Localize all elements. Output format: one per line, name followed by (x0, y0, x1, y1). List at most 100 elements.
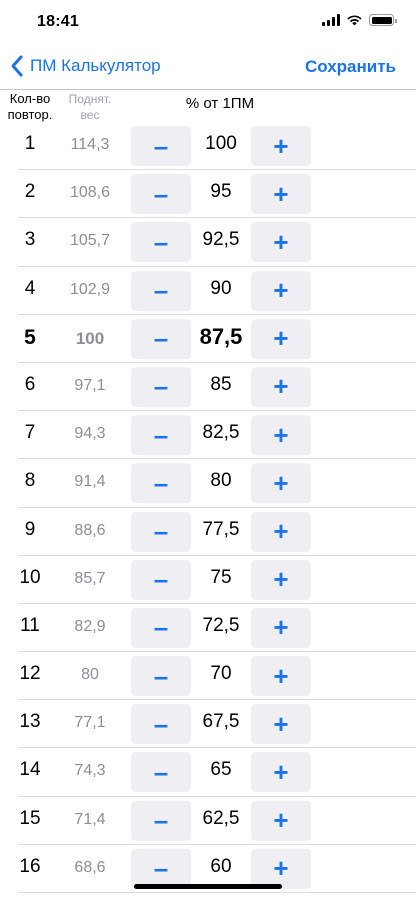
percent-value: 67,5 (202, 711, 240, 733)
decrease-percent-button[interactable]: – (131, 704, 191, 745)
decrease-percent-button[interactable]: – (131, 656, 191, 697)
percent-value: 87,5 (199, 323, 243, 349)
decrease-percent-button[interactable]: – (131, 752, 191, 793)
table-row: 8 91,4 –80 + (0, 459, 416, 508)
weight-column-header: Поднят. вес (58, 91, 122, 123)
increase-percent-button[interactable]: + (251, 752, 311, 793)
increase-percent-button[interactable]: + (251, 270, 311, 311)
back-button-label: ПМ Калькулятор (30, 56, 161, 75)
table-row: 9 88,6 –77,5 + (0, 508, 416, 556)
weight-value: 80 (81, 666, 99, 684)
decrease-percent-button[interactable]: – (131, 174, 191, 215)
table-row: 1 114,3 –100 + (0, 122, 416, 171)
wifi-icon (347, 15, 362, 26)
status-bar: 18:41 (0, 0, 416, 46)
weight-value: 82,9 (74, 617, 106, 635)
increase-percent-button[interactable]: + (251, 366, 311, 407)
table-row: 13 77,1 –67,5 + (0, 700, 416, 749)
decrease-percent-button[interactable]: – (131, 848, 191, 889)
increase-percent-button[interactable]: + (251, 222, 311, 263)
reps-header-line2: повтор. (7, 107, 53, 122)
decrease-percent-button[interactable]: – (131, 559, 191, 600)
reps-value: 16 (19, 855, 41, 877)
percent-value: 92,5 (202, 229, 240, 251)
decrease-percent-button[interactable]: – (131, 270, 191, 311)
percent-value: 82,5 (202, 422, 240, 444)
increase-percent-button[interactable]: + (251, 318, 311, 359)
save-button[interactable]: Сохранить (305, 57, 396, 77)
increase-percent-button[interactable]: + (251, 174, 311, 215)
percent-value: 77,5 (202, 518, 240, 540)
table-row: 11 82,9 –72,5 + (0, 604, 416, 653)
table-row: 10 85,7 –75 + (0, 556, 416, 605)
weight-value: 100 (75, 328, 105, 348)
percent-value: 90 (210, 277, 232, 299)
table-row: 6 97,1 –85 + (0, 363, 416, 412)
weight-value: 88,6 (74, 521, 106, 539)
percent-value: 62,5 (202, 807, 240, 829)
percent-value: 80 (210, 470, 232, 492)
back-button[interactable]: ПМ Калькулятор (10, 54, 161, 78)
table-row: 12 80 –70 + (0, 652, 416, 701)
table-row: 4 102,9 –90 + (0, 267, 416, 315)
decrease-percent-button[interactable]: – (131, 607, 191, 648)
increase-percent-button[interactable]: + (251, 800, 311, 841)
weight-value: 71,4 (74, 810, 106, 828)
signal-icon (322, 14, 340, 26)
reps-value: 2 (24, 181, 36, 203)
percent-column-header: % от 1ПМ (185, 95, 255, 112)
status-time: 18:41 (37, 13, 79, 30)
decrease-percent-button[interactable]: – (131, 463, 191, 504)
percent-value: 70 (210, 663, 232, 685)
reps-column-header: Кол-во повтор. (2, 91, 58, 123)
status-icons (322, 14, 397, 26)
decrease-percent-button[interactable]: – (131, 222, 191, 263)
reps-value: 7 (24, 422, 36, 444)
battery-icon (369, 14, 397, 26)
increase-percent-button[interactable]: + (251, 415, 311, 456)
percent-value: 85 (210, 373, 232, 395)
increase-percent-button[interactable]: + (251, 704, 311, 745)
table-row: 3 105,7 –92,5 + (0, 218, 416, 267)
home-indicator (134, 884, 282, 889)
reps-value: 10 (19, 566, 41, 588)
reps-value: 14 (19, 759, 41, 781)
increase-percent-button[interactable]: + (251, 848, 311, 889)
increase-percent-button[interactable]: + (251, 607, 311, 648)
weight-value: 108,6 (69, 184, 111, 202)
decrease-percent-button[interactable]: – (131, 800, 191, 841)
decrease-percent-button[interactable]: – (131, 511, 191, 552)
decrease-percent-button[interactable]: – (131, 318, 191, 359)
weight-header-line2: вес (80, 108, 100, 122)
decrease-percent-button[interactable]: – (131, 366, 191, 407)
reps-header-line1: Кол-во (9, 91, 51, 106)
decrease-percent-button[interactable]: – (131, 126, 191, 166)
percent-value: 95 (210, 181, 232, 203)
reps-value: 6 (24, 373, 36, 395)
percent-value: 60 (210, 855, 232, 877)
increase-percent-button[interactable]: + (251, 511, 311, 552)
weight-value: 91,4 (74, 473, 106, 491)
weight-value: 77,1 (74, 714, 106, 732)
increase-percent-button[interactable]: + (251, 559, 311, 600)
weight-value: 114,3 (70, 136, 110, 153)
reps-value: 15 (19, 807, 41, 829)
increase-percent-button[interactable]: + (251, 463, 311, 504)
reps-value: 12 (19, 663, 41, 685)
table-row: 5 100 –87,5 + (0, 315, 416, 364)
increase-percent-button[interactable]: + (251, 126, 311, 166)
percent-value: 75 (210, 566, 232, 588)
table-row: 7 94,3 –82,5 + (0, 411, 416, 460)
increase-percent-button[interactable]: + (251, 656, 311, 697)
reps-value: 3 (24, 229, 36, 251)
decrease-percent-button[interactable]: – (131, 415, 191, 456)
table-row: 2 108,6 –95 + (0, 170, 416, 219)
chevron-left-icon (11, 55, 23, 77)
percent-value: 65 (210, 759, 232, 781)
reps-value: 8 (24, 470, 36, 492)
weight-value: 74,3 (74, 762, 106, 780)
weight-header-line1: Поднят. (68, 92, 112, 106)
reps-value: 11 (20, 614, 40, 636)
reps-value: 13 (19, 711, 41, 733)
weight-value: 105,7 (69, 232, 111, 250)
